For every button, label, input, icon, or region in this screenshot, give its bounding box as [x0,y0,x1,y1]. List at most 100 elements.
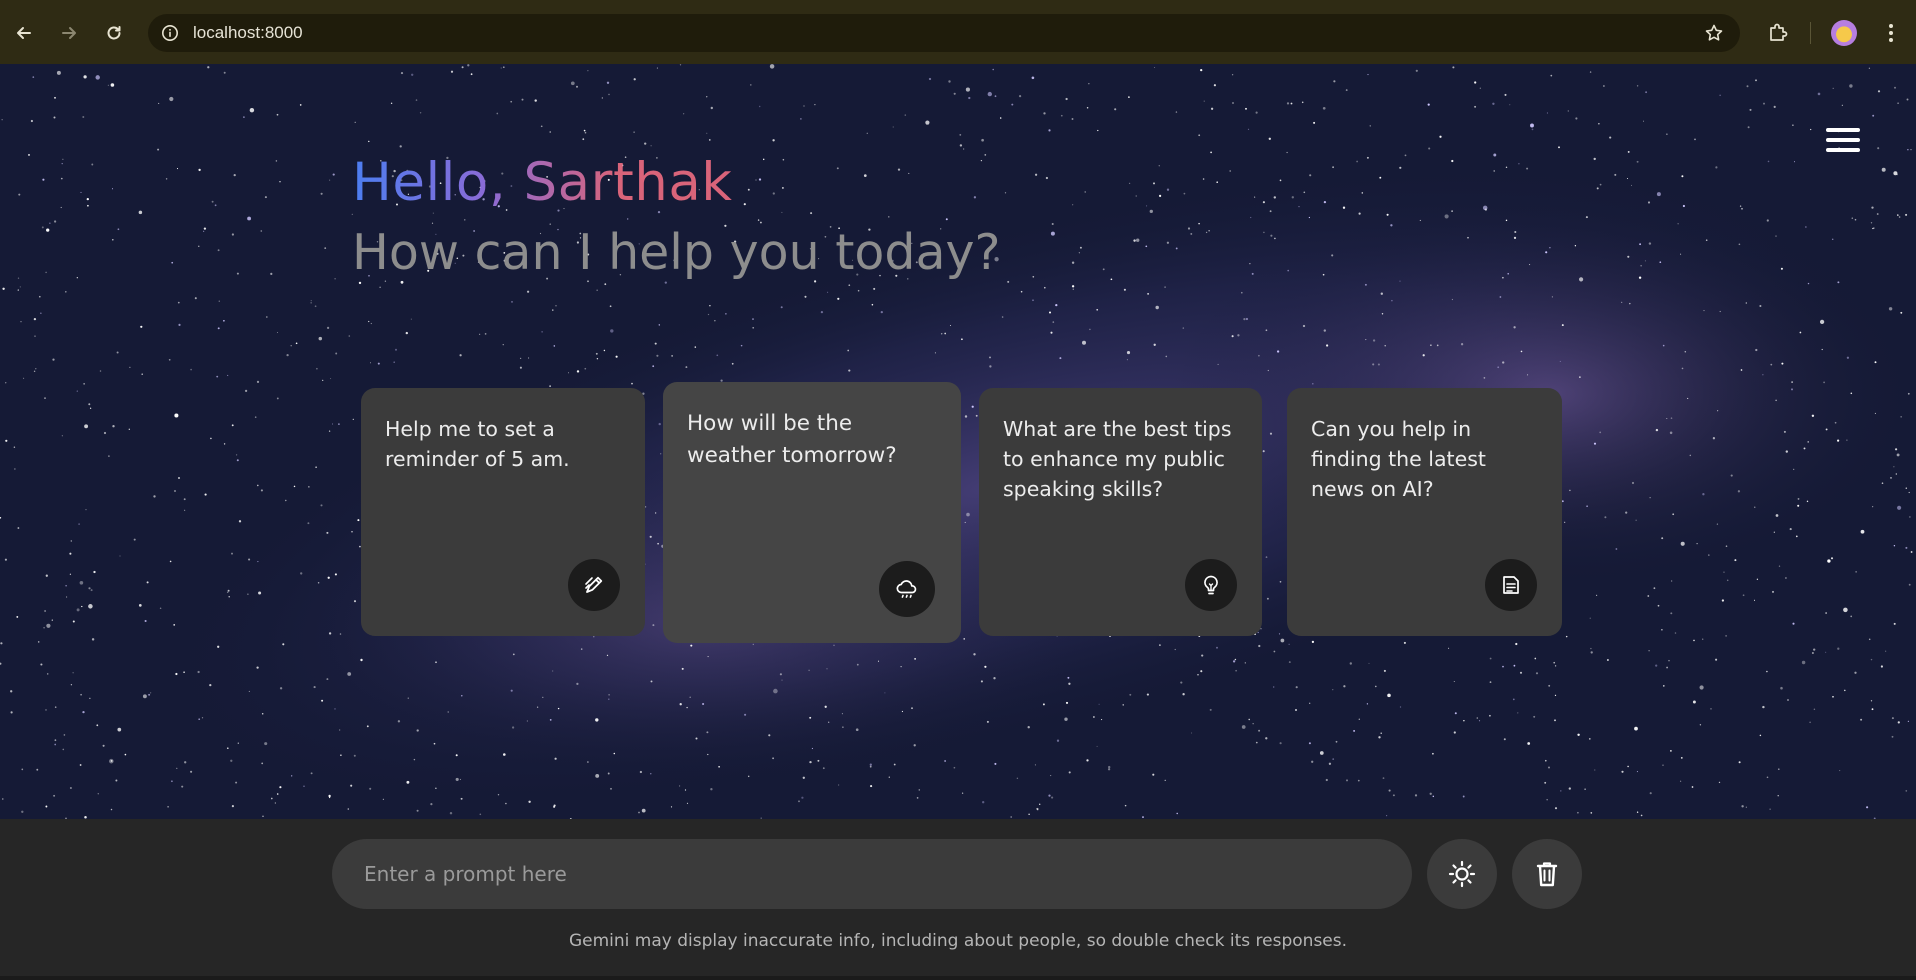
star [69,552,72,555]
star [1755,348,1758,352]
star [1777,795,1779,797]
profile-avatar[interactable] [1831,20,1857,46]
star [1783,430,1786,433]
star [1813,648,1816,651]
star [1332,758,1335,760]
star [1762,374,1764,376]
star [198,245,200,247]
star [948,80,951,83]
forward-icon[interactable] [50,14,88,52]
star [1691,786,1694,788]
star [934,352,936,354]
star [1805,226,1807,228]
star [1723,571,1725,573]
url-text[interactable]: localhost:8000 [193,23,303,43]
star [1235,669,1237,672]
star [88,403,91,406]
star [1,119,3,121]
star [1039,803,1041,805]
star [1517,712,1519,714]
star [1217,363,1219,365]
star [1739,205,1742,207]
star [320,504,323,507]
star [203,227,207,230]
star [1741,207,1743,210]
star [1754,506,1756,508]
star [1357,779,1360,782]
star [1269,432,1273,435]
star [1247,128,1250,130]
bookmark-star-icon[interactable] [1702,21,1726,45]
star [231,424,234,427]
star [28,153,30,156]
star [971,405,974,408]
star [46,623,51,628]
star [1645,91,1648,94]
star [210,437,212,440]
star [279,687,283,690]
star [1380,732,1382,735]
star [1273,686,1275,688]
star [91,638,95,641]
star [153,495,156,498]
star [17,289,19,291]
suggestion-card-public-speaking[interactable]: What are the best tips to enhance my pub… [979,388,1262,636]
prompt-box[interactable] [332,839,1412,909]
star [1702,493,1705,496]
star [150,692,152,694]
star [772,139,775,142]
prompt-input[interactable] [362,861,1412,887]
star [1825,428,1828,431]
star [1210,151,1212,154]
more-menu-icon[interactable] [1872,14,1910,52]
reload-icon[interactable] [95,14,133,52]
star [1689,454,1692,457]
star [197,670,200,674]
star [1590,651,1593,654]
star [214,204,217,207]
star [710,106,713,110]
star [254,416,257,418]
suggestion-card-reminder[interactable]: Help me to set a reminder of 5 am. [361,388,645,636]
star [1462,795,1465,798]
star [1513,236,1517,240]
star [82,116,85,118]
back-icon[interactable] [5,14,43,52]
star [1191,732,1193,734]
star [1725,635,1727,637]
star [1068,771,1071,774]
star [855,728,859,732]
suggestion-card-weather[interactable]: How will be the weather tomorrow? [663,382,961,643]
address-bar[interactable]: localhost:8000 [148,14,1740,52]
star [664,281,667,284]
greeting-title: Hello, Sarthak [352,152,733,213]
star [1429,792,1432,795]
extensions-icon[interactable] [1759,14,1797,52]
star [107,84,109,86]
site-info-icon[interactable] [158,21,182,45]
star [1414,794,1418,797]
star [1265,556,1268,558]
star [603,349,606,352]
star [1323,329,1326,332]
theme-toggle-button[interactable] [1427,839,1497,909]
star [17,527,20,529]
star [157,148,160,151]
star [61,435,63,437]
star [291,775,293,777]
star [379,286,381,288]
star [5,439,8,442]
delete-chat-button[interactable] [1512,839,1582,909]
star [679,785,681,787]
star [1910,148,1912,151]
star [1635,519,1637,521]
star [1366,703,1369,705]
star [1325,778,1328,782]
star [1146,693,1149,696]
star [1680,756,1683,759]
star [1255,741,1258,744]
suggestion-card-ai-news[interactable]: Can you help in finding the latest news … [1287,388,1562,636]
star [608,93,610,96]
hamburger-menu-icon[interactable] [1822,122,1862,162]
star [1166,241,1170,244]
